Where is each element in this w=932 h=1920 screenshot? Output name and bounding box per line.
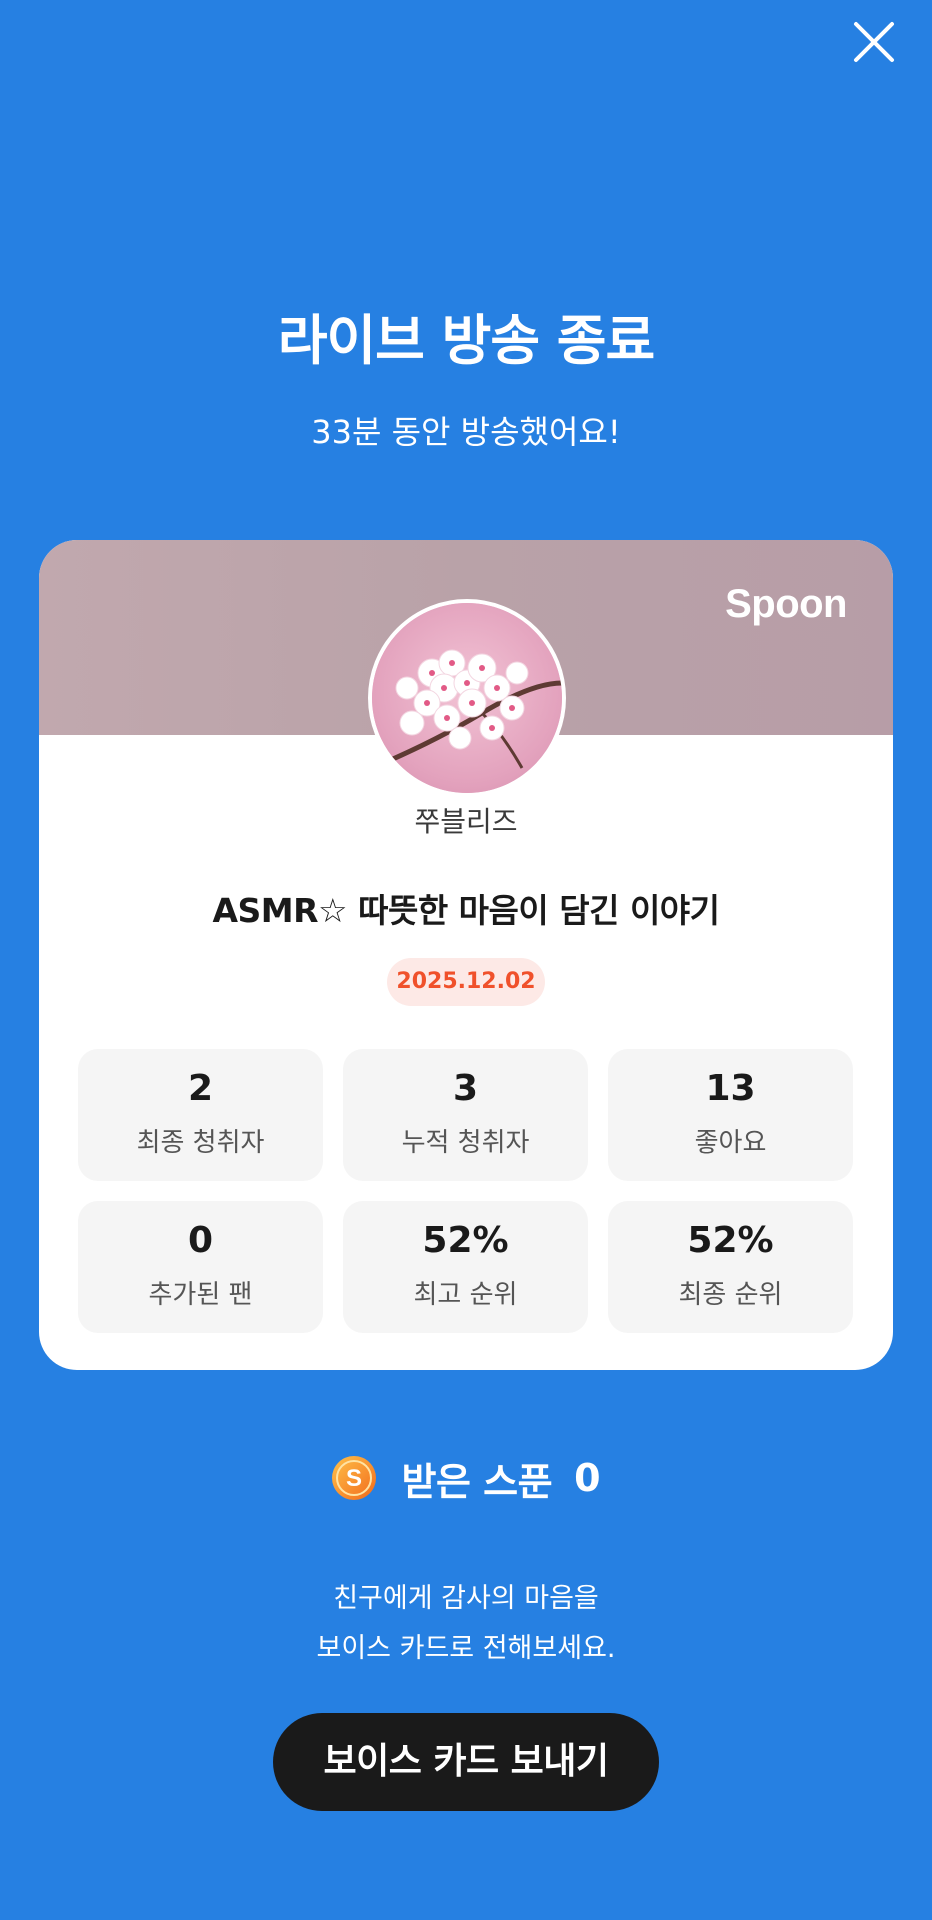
stat-final-listeners: 2 최종 청취자 [78, 1049, 323, 1181]
stat-best-rank: 52% 최고 순위 [343, 1201, 588, 1333]
dj-nickname: 쭈블리즈 [414, 805, 518, 838]
stat-value: 52% [422, 1220, 509, 1261]
stat-label: 최고 순위 [413, 1280, 518, 1310]
close-button[interactable] [852, 20, 896, 64]
stat-label: 누적 청취자 [401, 1128, 530, 1158]
close-icon [854, 22, 894, 62]
stat-likes: 13 좋아요 [608, 1049, 853, 1181]
stat-final-rank: 52% 최종 순위 [608, 1201, 853, 1333]
stat-label: 최종 순위 [678, 1280, 783, 1310]
stat-label: 추가된 팬 [148, 1280, 253, 1310]
svg-text:S: S [346, 1465, 362, 1492]
stat-value: 3 [452, 1068, 479, 1109]
spoon-logo: Spoon [725, 582, 847, 626]
spoon-count: 0 [574, 1456, 601, 1500]
message-line-1: 친구에게 감사의 마음을 [333, 1583, 599, 1614]
stat-new-fans: 0 추가된 팬 [78, 1201, 323, 1333]
cherry-blossom-avatar-icon [372, 603, 562, 793]
broadcast-duration: 33분 동안 방송했어요! [311, 413, 621, 451]
live-title: ASMR☆ 따뜻한 마음이 담긴 이야기 [212, 891, 720, 930]
stat-total-listeners: 3 누적 청취자 [343, 1049, 588, 1181]
stat-value: 2 [187, 1068, 214, 1109]
stat-label: 최종 청취자 [136, 1128, 265, 1158]
broadcast-summary-card: Spoon 쭈블리즈 ASMR☆ 따뜻한 마음이 담긴 이야기 2025.12.… [39, 540, 893, 1370]
stat-label: 좋아요 [694, 1128, 767, 1158]
send-voice-card-button[interactable]: 보이스 카드 보내기 [273, 1713, 659, 1811]
stat-value: 52% [687, 1220, 774, 1261]
voice-card-message: 친구에게 감사의 마음을 보이스 카드로 전해보세요. [0, 1574, 932, 1674]
spoon-coin-icon: S [331, 1455, 377, 1501]
date-badge: 2025.12.02 [387, 958, 545, 1006]
message-line-2: 보이스 카드로 전해보세요. [316, 1633, 616, 1664]
stats-grid: 2 최종 청취자 3 누적 청취자 13 좋아요 0 추가된 팬 52% 최고 … [78, 1049, 854, 1333]
stat-value: 0 [187, 1220, 214, 1261]
stat-value: 13 [705, 1068, 756, 1109]
avatar [368, 599, 566, 797]
spoon-label: 받은 스푼 [401, 1459, 553, 1504]
received-spoons: S 받은 스푼 0 [0, 1450, 932, 1506]
page-title: 라이브 방송 종료 [277, 309, 655, 372]
